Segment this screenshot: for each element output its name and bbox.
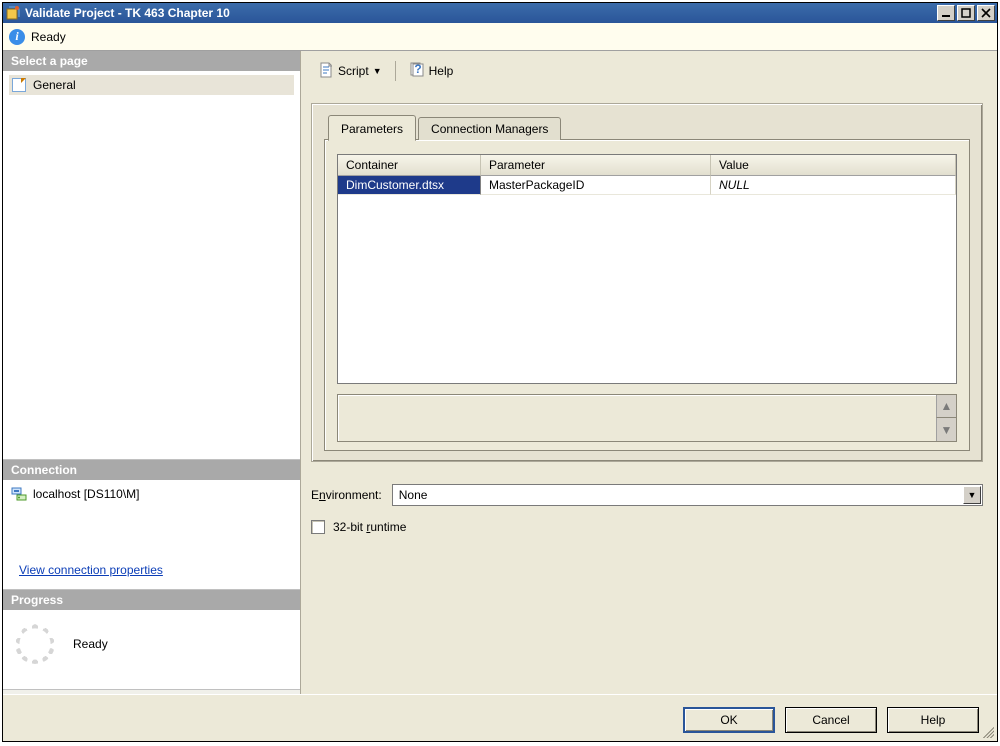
window-title: Validate Project - TK 463 Chapter 10: [25, 6, 935, 20]
log-box: ▲ ▼: [337, 394, 957, 442]
titlebar: Validate Project - TK 463 Chapter 10: [3, 3, 997, 23]
log-content: [338, 395, 936, 441]
svg-text:?: ?: [414, 62, 421, 76]
page-list: General: [3, 71, 300, 460]
chevron-down-icon: ▼: [373, 66, 382, 76]
info-icon: i: [9, 29, 25, 45]
scroll-up-button[interactable]: ▲: [936, 395, 956, 418]
status-text: Ready: [31, 30, 66, 44]
script-button[interactable]: Script ▼: [311, 58, 389, 85]
grid-row[interactable]: DimCustomer.dtsx MasterPackageID NULL: [338, 176, 956, 195]
progress-section: Ready: [3, 610, 300, 690]
help-icon: ?: [409, 62, 425, 81]
resize-grip[interactable]: [980, 724, 994, 738]
script-icon: [318, 62, 334, 81]
main-panel: Script ▼ ? Help Parameters Connection Ma…: [301, 51, 997, 694]
script-label: Script: [338, 64, 369, 78]
environment-select[interactable]: None ▼: [392, 484, 983, 506]
connection-item[interactable]: localhost [DS110\M]: [9, 484, 294, 504]
dialog-window: Validate Project - TK 463 Chapter 10 i R…: [2, 2, 998, 742]
footer: OK Cancel Help: [3, 694, 997, 741]
grid-header: Container Parameter Value: [338, 155, 956, 176]
ok-button[interactable]: OK: [683, 707, 775, 733]
tab-body: Container Parameter Value DimCustomer.dt…: [324, 139, 970, 451]
tabs-group: Parameters Connection Managers Container…: [311, 103, 983, 462]
tab-connection-managers[interactable]: Connection Managers: [418, 117, 561, 140]
sidebar: Select a page General Connection localho…: [3, 51, 301, 694]
cell-parameter: MasterPackageID: [481, 176, 711, 195]
runtime-checkbox[interactable]: [311, 520, 325, 534]
spinner-icon: [15, 624, 55, 664]
app-icon: [5, 5, 21, 21]
maximize-button[interactable]: [957, 5, 975, 21]
runtime-label: 32-bit runtime: [333, 520, 406, 534]
runtime-row: 32-bit runtime: [311, 520, 983, 534]
body: Select a page General Connection localho…: [3, 51, 997, 694]
column-value[interactable]: Value: [711, 155, 956, 176]
tab-parameters[interactable]: Parameters: [328, 115, 416, 141]
select-page-header: Select a page: [3, 51, 300, 71]
parameters-grid[interactable]: Container Parameter Value DimCustomer.dt…: [337, 154, 957, 384]
progress-status: Ready: [73, 637, 108, 651]
environment-row: Environment: None ▼: [311, 484, 983, 506]
minimize-button[interactable]: [937, 5, 955, 21]
help-button-footer[interactable]: Help: [887, 707, 979, 733]
toolbar-separator: [395, 61, 396, 81]
connection-header: Connection: [3, 460, 300, 480]
environment-value: None: [399, 488, 428, 502]
sidebar-item-general[interactable]: General: [9, 75, 294, 95]
server-icon: [11, 486, 27, 502]
connection-section: localhost [DS110\M] View connection prop…: [3, 480, 300, 590]
chevron-down-icon: ▼: [963, 486, 981, 504]
log-scrollbar: ▲ ▼: [936, 395, 956, 441]
tabs-row: Parameters Connection Managers: [324, 114, 970, 140]
help-button[interactable]: ? Help: [402, 58, 461, 85]
cell-container: DimCustomer.dtsx: [338, 176, 481, 195]
view-connection-properties-link[interactable]: View connection properties: [9, 555, 294, 585]
toolbar: Script ▼ ? Help: [311, 57, 983, 85]
status-bar: i Ready: [3, 23, 997, 51]
page-icon: [11, 77, 27, 93]
cell-value: NULL: [711, 176, 956, 195]
help-label: Help: [429, 64, 454, 78]
sidebar-item-label: General: [33, 78, 76, 92]
connection-label: localhost [DS110\M]: [33, 487, 140, 501]
progress-header: Progress: [3, 590, 300, 610]
cancel-button[interactable]: Cancel: [785, 707, 877, 733]
close-button[interactable]: [977, 5, 995, 21]
window-buttons: [935, 5, 995, 21]
column-container[interactable]: Container: [338, 155, 481, 176]
environment-label: Environment:: [311, 488, 382, 502]
scroll-down-button[interactable]: ▼: [936, 418, 956, 441]
column-parameter[interactable]: Parameter: [481, 155, 711, 176]
